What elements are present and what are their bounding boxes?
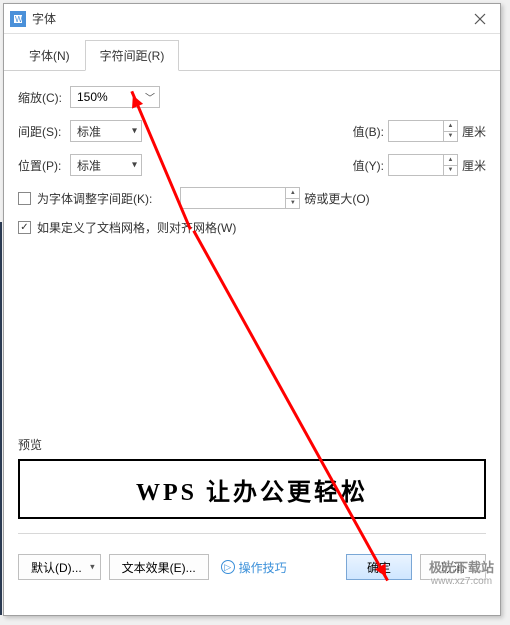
chevron-down-icon: ▾ bbox=[132, 126, 137, 137]
chevron-down-icon: ▾ bbox=[132, 160, 137, 171]
cancel-label: 取消 bbox=[441, 559, 465, 576]
tips-link[interactable]: ▷ 操作技巧 bbox=[221, 559, 287, 576]
spinner-buttons: ▲ ▼ bbox=[443, 121, 457, 141]
row-kerning: 为字体调整字间距(K): ▲ ▼ 磅或更大(O) bbox=[18, 187, 486, 209]
row-scale: 缩放(C): ﹀ bbox=[18, 85, 486, 109]
spinner-buttons: ▲ ▼ bbox=[285, 188, 299, 208]
app-icon: W bbox=[10, 11, 26, 27]
body-spacer bbox=[18, 246, 486, 436]
preview-label: 预览 bbox=[18, 436, 486, 453]
cancel-button[interactable]: 取消 bbox=[420, 554, 486, 580]
position-combo[interactable]: 标准 ▾ bbox=[70, 154, 142, 176]
spacing-b-unit: 厘米 bbox=[462, 123, 486, 140]
tips-label: 操作技巧 bbox=[239, 559, 287, 576]
default-button[interactable]: 默认(D)... ▾ bbox=[18, 554, 101, 580]
footer: 默认(D)... ▾ 文本效果(E)... ▷ 操作技巧 确定 取消 bbox=[4, 554, 500, 592]
position-y-label: 值(Y): bbox=[340, 157, 384, 174]
kerning-checkbox[interactable] bbox=[18, 192, 31, 205]
kerning-label: 为字体调整字间距(K): bbox=[37, 190, 152, 207]
spin-down[interactable]: ▼ bbox=[444, 166, 457, 176]
position-y-spinner[interactable]: ▲ ▼ bbox=[388, 154, 458, 176]
position-value: 标准 bbox=[77, 157, 101, 174]
chevron-down-icon: ▾ bbox=[90, 562, 95, 573]
preview-box: WPS 让办公更轻松 bbox=[18, 459, 486, 519]
position-label: 位置(P): bbox=[18, 157, 70, 174]
preview-text: WPS 让办公更轻松 bbox=[136, 472, 368, 507]
divider bbox=[18, 533, 486, 534]
tab-font[interactable]: 字体(N) bbox=[14, 40, 85, 71]
scale-label: 缩放(C): bbox=[18, 89, 70, 106]
spin-down[interactable]: ▼ bbox=[286, 199, 299, 209]
kerning-spinner[interactable]: ▲ ▼ bbox=[180, 187, 300, 209]
tab-char-spacing[interactable]: 字符间距(R) bbox=[85, 40, 180, 71]
spacing-b-input[interactable] bbox=[393, 124, 441, 138]
close-button[interactable] bbox=[460, 4, 500, 34]
position-y-input[interactable] bbox=[393, 158, 441, 172]
play-icon: ▷ bbox=[221, 560, 235, 574]
spacing-b-spinner[interactable]: ▲ ▼ bbox=[388, 120, 458, 142]
text-effect-button[interactable]: 文本效果(E)... bbox=[109, 554, 209, 580]
row-spacing: 间距(S): 标准 ▾ 值(B): ▲ ▼ 厘米 bbox=[18, 119, 486, 143]
text-effect-label: 文本效果(E)... bbox=[122, 559, 196, 576]
chevron-down-icon: ﹀ bbox=[145, 90, 155, 105]
spin-up[interactable]: ▲ bbox=[286, 188, 299, 199]
position-y-unit: 厘米 bbox=[462, 157, 486, 174]
kerning-unit: 磅或更大(O) bbox=[304, 190, 369, 207]
row-position: 位置(P): 标准 ▾ 值(Y): ▲ ▼ 厘米 bbox=[18, 153, 486, 177]
spacing-label: 间距(S): bbox=[18, 123, 70, 140]
default-button-label: 默认(D)... bbox=[31, 559, 82, 576]
spacing-value: 标准 bbox=[77, 123, 101, 140]
font-dialog: W 字体 字体(N) 字符间距(R) 缩放(C): ﹀ 间距(S): 标准 ▾ … bbox=[3, 3, 501, 616]
titlebar: W 字体 bbox=[4, 4, 500, 34]
dialog-title: 字体 bbox=[32, 10, 460, 27]
snapgrid-label: 如果定义了文档网格，则对齐网格(W) bbox=[37, 219, 236, 236]
spacing-b-label: 值(B): bbox=[340, 123, 384, 140]
spinner-buttons: ▲ ▼ bbox=[443, 155, 457, 175]
spin-down[interactable]: ▼ bbox=[444, 132, 457, 142]
spin-up[interactable]: ▲ bbox=[444, 155, 457, 166]
svg-text:W: W bbox=[15, 15, 23, 24]
spin-up[interactable]: ▲ bbox=[444, 121, 457, 132]
snapgrid-checkbox[interactable] bbox=[18, 221, 31, 234]
dialog-body: 缩放(C): ﹀ 间距(S): 标准 ▾ 值(B): ▲ ▼ 厘米 bbox=[4, 71, 500, 554]
tabs: 字体(N) 字符间距(R) bbox=[4, 34, 500, 71]
row-snapgrid: 如果定义了文档网格，则对齐网格(W) bbox=[18, 219, 486, 236]
left-stripe bbox=[0, 222, 2, 615]
spacing-combo[interactable]: 标准 ▾ bbox=[70, 120, 142, 142]
kerning-input[interactable] bbox=[185, 191, 283, 205]
scale-combo[interactable]: ﹀ bbox=[70, 86, 160, 108]
